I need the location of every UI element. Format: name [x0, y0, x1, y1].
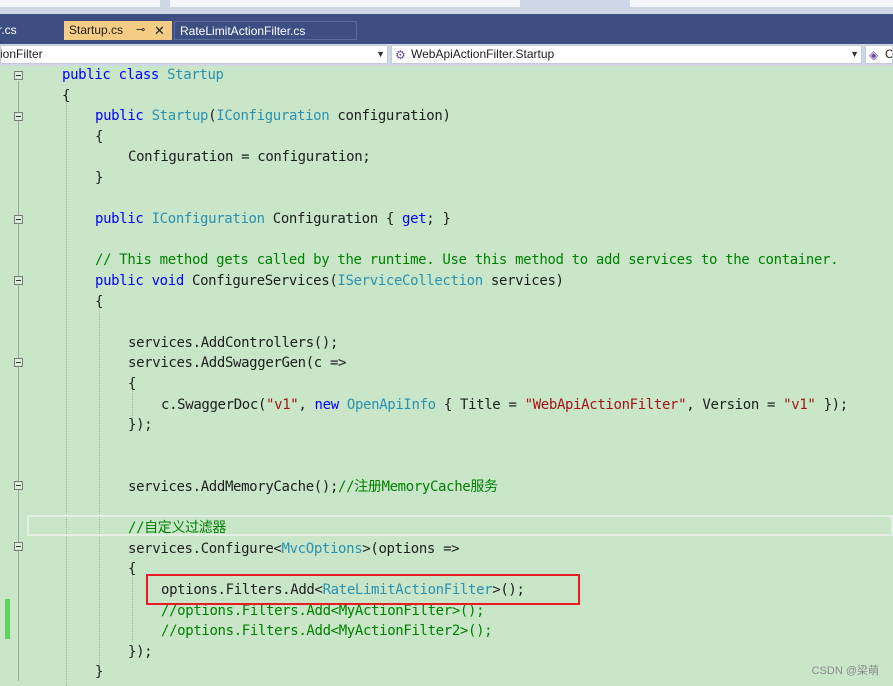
tab-ratelimitactionfilter-cs[interactable]: RateLimitActionFilter.cs: [174, 21, 357, 40]
chevron-down-icon: ▼: [850, 49, 859, 59]
navigation-bar: ionFilter ▼ ⚙ WebApiActionFilter.Startup…: [0, 44, 893, 67]
code-line: {: [128, 376, 137, 392]
member-icon: ◈: [869, 48, 879, 62]
code-line: //自定义过滤器: [128, 520, 227, 537]
menu-strip: [0, 0, 893, 14]
menu-fragment: [0, 0, 160, 7]
chevron-down-icon: ▼: [376, 49, 385, 59]
tab-label: RateLimitActionFilter.cs: [180, 24, 306, 38]
collapse-icon[interactable]: [14, 71, 23, 80]
tab-label: Startup.cs: [69, 23, 124, 37]
code-line: public IConfiguration Configuration { ge…: [95, 211, 451, 228]
code-line: public class Startup: [62, 67, 224, 83]
indent-guide: [132, 572, 133, 642]
code-line: {: [95, 128, 104, 145]
close-icon[interactable]: ✕: [154, 21, 165, 40]
code-line: }: [95, 664, 104, 681]
pin-icon[interactable]: ⊸: [136, 21, 145, 40]
code-line: //options.Filters.Add<MyActionFilter2>()…: [161, 623, 493, 640]
tab-label: r.cs: [0, 23, 17, 37]
code-line: public Startup(IConfiguration configurat…: [95, 108, 451, 125]
collapse-icon[interactable]: [14, 276, 23, 285]
code-line: services.AddMemoryCache();//注册MemoryCach…: [128, 479, 498, 495]
code-line: });: [128, 643, 153, 660]
code-line: services.AddSwaggerGen(c =>: [128, 355, 347, 372]
search-box-fragment[interactable]: [630, 0, 893, 7]
annotation-box: [146, 574, 580, 605]
tab-r-cs[interactable]: r.cs: [0, 21, 60, 40]
fold-guide: [18, 81, 19, 681]
tab-startup-cs[interactable]: Startup.cs ⊸ ✕: [64, 21, 172, 40]
code-line: {: [62, 87, 71, 104]
code-line: {: [95, 293, 104, 310]
member-dropdown[interactable]: ◈ C: [865, 45, 893, 64]
code-editor[interactable]: public class Startup { public Startup(ICon…: [0, 66, 893, 686]
code-line: c.SwaggerDoc("v1", new OpenApiInfo { Tit…: [161, 396, 848, 413]
collapse-icon[interactable]: [14, 215, 23, 224]
collapse-icon[interactable]: [14, 542, 23, 551]
code-line: // This method gets called by the runtim…: [95, 252, 839, 269]
member-label: C: [885, 47, 893, 61]
menu-fragment: [170, 0, 520, 7]
project-label: ionFilter: [0, 47, 43, 61]
code-line: Configuration = configuration;: [128, 149, 371, 166]
document-tab-bar: r.cs Startup.cs ⊸ ✕ RateLimitActionFilte…: [0, 14, 893, 44]
collapse-icon[interactable]: [14, 112, 23, 121]
code-line: public void ConfigureServices(IServiceCo…: [95, 273, 564, 289]
code-line: }: [95, 170, 104, 186]
code-line: });: [128, 417, 153, 434]
project-dropdown[interactable]: ionFilter ▼: [0, 45, 388, 64]
code-line: services.AddControllers();: [128, 334, 339, 351]
code-line: services.Configure<MvcOptions>(options =…: [128, 540, 460, 557]
collapse-icon[interactable]: [14, 358, 23, 367]
class-icon: ⚙: [395, 48, 406, 62]
indent-guide: [66, 96, 67, 686]
type-dropdown[interactable]: ⚙ WebApiActionFilter.Startup ▼: [391, 45, 862, 64]
type-label: WebApiActionFilter.Startup: [411, 47, 555, 61]
indent-guide: [99, 306, 100, 666]
watermark: CSDN @梁萌: [811, 665, 879, 677]
collapse-icon[interactable]: [14, 481, 23, 490]
change-indicator: [5, 599, 10, 639]
code-line: {: [128, 561, 137, 578]
